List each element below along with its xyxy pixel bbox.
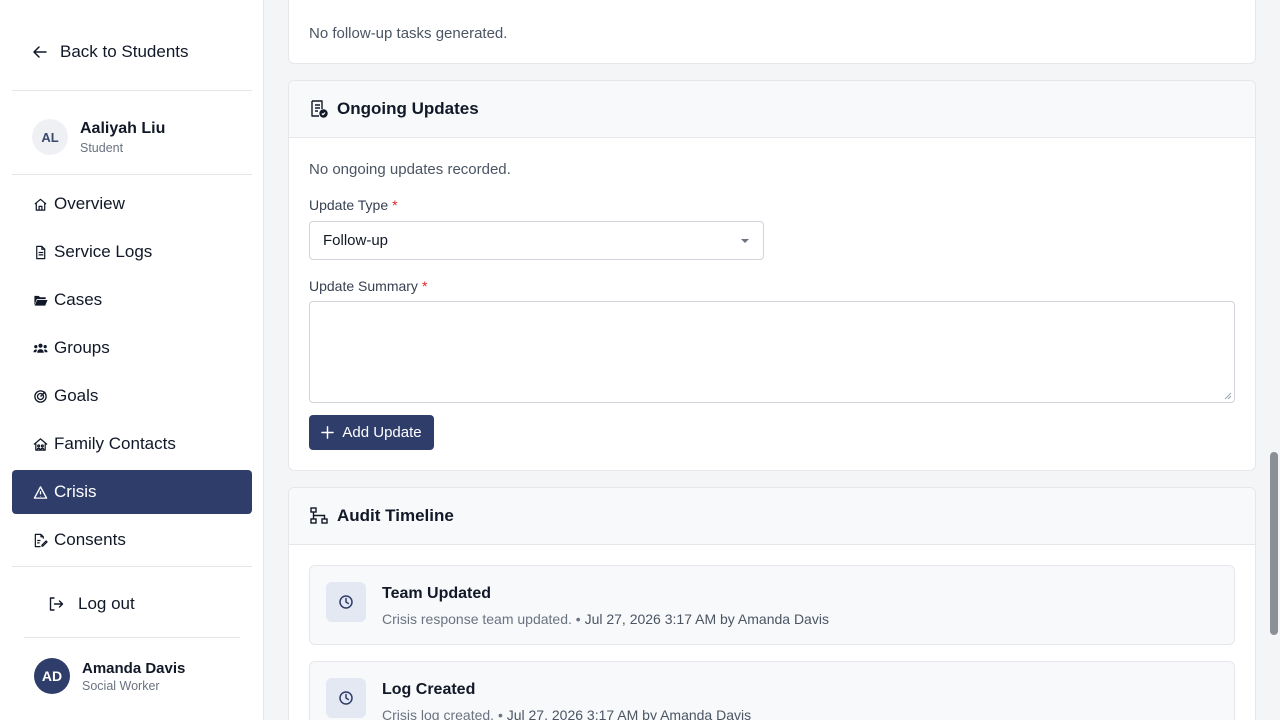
timeline-entry-author: by Amanda Davis — [642, 707, 752, 720]
timeline-entry-meta: Crisis log created. • Jul 27, 2026 3:17 … — [382, 707, 751, 720]
user-name: Amanda Davis — [82, 659, 186, 677]
scrollbar-thumb[interactable] — [1270, 452, 1278, 635]
ongoing-updates-title: Ongoing Updates — [337, 99, 479, 118]
timeline-entry: Log Created Crisis log created. • Jul 27… — [309, 661, 1235, 720]
divider — [12, 174, 252, 175]
nav-item-label: Groups — [54, 338, 110, 357]
timeline-entry: Team Updated Crisis response team update… — [309, 565, 1235, 645]
update-summary-label-text: Update Summary — [309, 278, 418, 294]
student-profile: AL Aaliyah Liu Student — [32, 119, 165, 155]
sidebar: Back to Students AL Aaliyah Liu Student … — [0, 0, 264, 720]
update-type-label-text: Update Type — [309, 197, 389, 213]
update-type-select[interactable]: Follow-up — [309, 221, 764, 260]
student-name: Aaliyah Liu — [80, 119, 166, 137]
nav-item-label: Goals — [54, 386, 99, 405]
timeline-entry-title: Log Created — [382, 681, 476, 698]
timeline-entry-icon-box — [326, 582, 366, 622]
clock-icon — [339, 595, 353, 609]
back-link-label: Back to Students — [60, 42, 189, 61]
timeline-entry-desc: Crisis response team updated. — [382, 611, 572, 627]
nav-item-service-logs[interactable]: Service Logs — [12, 230, 252, 274]
family-home-icon — [33, 437, 48, 451]
divider — [12, 90, 252, 91]
update-type-value: Follow-up — [323, 232, 389, 249]
follow-up-tasks-card: No follow-up tasks generated. — [288, 0, 1256, 64]
nav-item-label: Consents — [54, 530, 126, 549]
resize-handle-icon[interactable] — [1224, 392, 1232, 400]
update-summary-label: Update Summary * — [309, 278, 427, 294]
nav-item-cases[interactable]: Cases — [12, 278, 252, 322]
document-icon — [36, 245, 46, 259]
required-mark: * — [421, 278, 428, 294]
home-icon — [34, 198, 47, 211]
ongoing-updates-card: Ongoing Updates No ongoing updates recor… — [288, 80, 1256, 471]
back-to-students-link[interactable]: Back to Students — [32, 42, 189, 62]
audit-timeline-header: Audit Timeline — [289, 488, 1255, 545]
follow-up-empty-text: No follow-up tasks generated. — [309, 25, 508, 42]
timeline-entry-title: Team Updated — [382, 585, 492, 602]
nav-item-goals[interactable]: Goals — [12, 374, 252, 418]
nav-item-consents[interactable]: Consents — [12, 518, 252, 562]
warning-icon — [33, 485, 48, 499]
timeline-entry-sep: • — [575, 611, 581, 627]
timeline-entry-date: Jul 27, 2026 3:17 AM — [584, 611, 717, 627]
ongoing-empty-text: No ongoing updates recorded. — [309, 161, 511, 178]
nav-item-crisis[interactable]: Crisis — [12, 470, 252, 514]
sitemap-icon — [310, 507, 328, 524]
folder-open-icon — [34, 295, 48, 306]
timeline-entry-meta: Crisis response team updated. • Jul 27, … — [382, 611, 829, 627]
divider — [12, 566, 252, 567]
plus-icon — [321, 426, 335, 439]
student-nav: Overview Service Logs Cases Groups Goals… — [12, 182, 252, 566]
caret-down-icon — [741, 239, 749, 243]
users-icon — [33, 343, 48, 353]
logout-label: Log out — [78, 594, 135, 613]
document-check-icon — [311, 100, 328, 118]
required-mark: * — [392, 197, 398, 213]
nav-item-label: Service Logs — [54, 242, 153, 261]
add-update-button[interactable]: Add Update — [309, 415, 434, 450]
nav-item-overview[interactable]: Overview — [12, 182, 252, 226]
timeline-entry-desc: Crisis log created. — [382, 707, 495, 720]
student-avatar: AL — [32, 119, 68, 155]
nav-item-label: Cases — [54, 290, 103, 309]
user-avatar: AD — [34, 658, 70, 694]
nav-item-family-contacts[interactable]: Family Contacts — [12, 422, 252, 466]
student-role: Student — [80, 140, 124, 155]
arrow-left-icon — [33, 46, 47, 58]
update-summary-textarea[interactable] — [309, 301, 1235, 403]
current-user: AD Amanda Davis Social Worker — [34, 658, 185, 694]
timeline-entry-sep: • — [497, 707, 503, 720]
timeline-entry-author: by Amanda Davis — [720, 611, 829, 627]
nav-item-label: Family Contacts — [54, 434, 176, 453]
page-scrollbar[interactable] — [1268, 0, 1280, 720]
timeline-entry-icon-box — [326, 678, 366, 718]
nav-item-label: Overview — [54, 194, 125, 213]
signed-document-icon — [34, 533, 48, 547]
nav-item-groups[interactable]: Groups — [12, 326, 252, 370]
logout-button[interactable]: Log out — [48, 594, 135, 614]
timeline-entry-date: Jul 27, 2026 3:17 AM — [506, 707, 639, 720]
audit-timeline-title: Audit Timeline — [337, 506, 454, 525]
update-type-label: Update Type * — [309, 197, 398, 213]
nav-item-label: Crisis — [54, 482, 97, 501]
ongoing-updates-header: Ongoing Updates — [289, 81, 1255, 138]
add-update-label: Add Update — [342, 424, 422, 441]
target-icon — [34, 389, 47, 403]
user-role: Social Worker — [82, 678, 160, 693]
logout-icon — [49, 597, 64, 611]
clock-icon — [339, 691, 353, 705]
divider — [24, 637, 240, 638]
audit-timeline-card: Audit Timeline Team Updated Crisis respo… — [288, 487, 1256, 720]
